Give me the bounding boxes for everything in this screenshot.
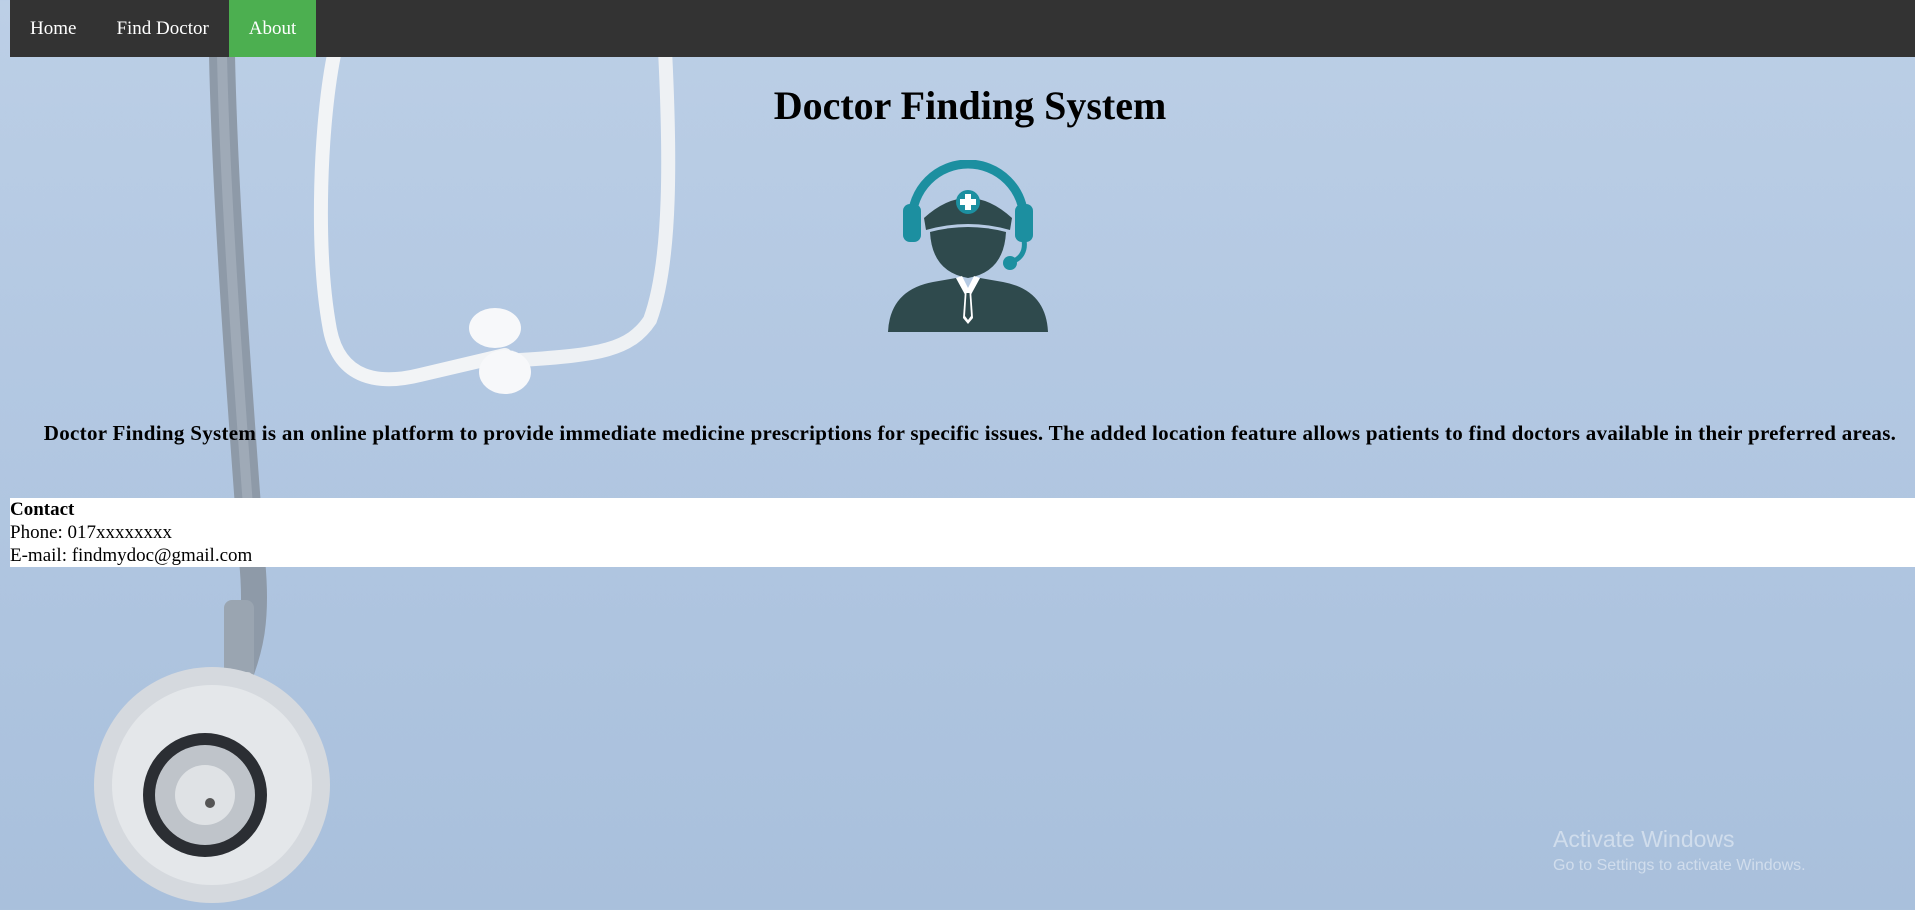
contact-phone: Phone: 017xxxxxxxx [10,522,173,543]
nav-item-find-doctor[interactable]: Find Doctor [96,0,228,57]
doctor-headset-icon [888,160,1048,332]
watermark-title: Activate Windows [1553,826,1735,852]
contact-section: Contact Phone: 017xxxxxxxx E-mail: findm… [10,498,1915,567]
stethoscope-background-image [94,42,676,903]
top-nav-bar: Home Find Doctor About [10,0,1915,57]
contact-email: E-mail: findmydoc@gmail.com [10,545,253,566]
about-description: Doctor Finding System is an online platf… [43,421,1897,445]
nav-item-about[interactable]: About [228,0,317,57]
watermark-subtitle: Go to Settings to activate Windows. [1553,857,1806,874]
contact-heading: Contact [10,499,75,520]
nav-item-home[interactable]: Home [10,0,96,57]
windows-activation-watermark: Activate Windows Go to Settings to activ… [1553,826,1806,875]
page-title: Doctor Finding System [773,83,1167,128]
